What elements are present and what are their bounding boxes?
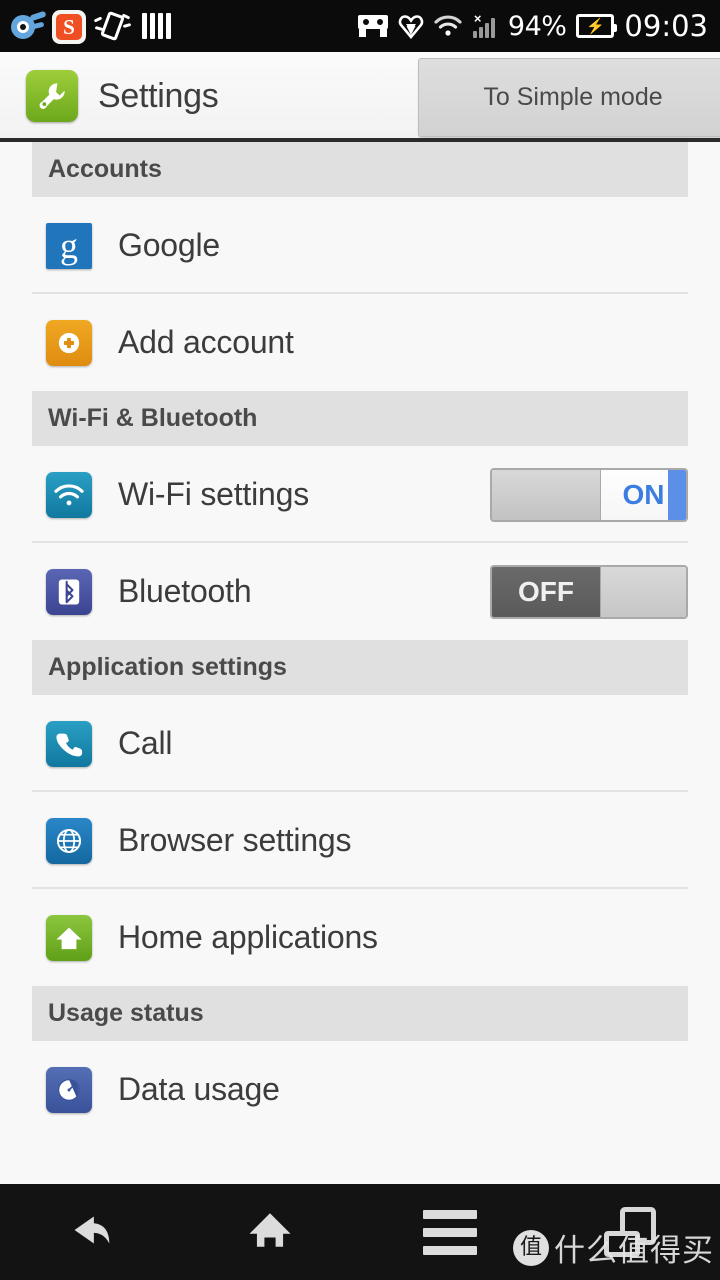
list-item-call[interactable]: Call — [0, 695, 720, 792]
back-button[interactable] — [0, 1184, 180, 1280]
back-icon — [61, 1201, 119, 1264]
recent-apps-button[interactable] — [540, 1184, 720, 1280]
wrench-icon — [26, 70, 78, 122]
list-item-label: Add account — [118, 324, 294, 360]
heart-icon — [398, 13, 424, 40]
list-item-wifi-settings[interactable]: Wi-Fi settings ON — [0, 446, 720, 543]
comet-icon — [6, 6, 47, 46]
google-glyph: g — [60, 225, 78, 266]
data-usage-icon — [46, 1066, 92, 1113]
home-icon — [242, 1202, 298, 1263]
bluetooth-toggle[interactable]: OFF — [490, 564, 688, 619]
goggles-icon — [357, 15, 388, 37]
list-item-google[interactable]: g Google — [0, 197, 720, 294]
shake-phone-icon — [92, 6, 132, 46]
section-header-application-settings: Application settings — [32, 640, 688, 695]
list-item-label: Google — [118, 227, 220, 263]
section-header-accounts: Accounts — [32, 142, 688, 197]
menu-icon — [423, 1209, 477, 1255]
section-header-wifi-bluetooth: Wi-Fi & Bluetooth — [32, 391, 688, 446]
phone-icon — [46, 720, 92, 767]
recent-apps-icon — [604, 1207, 656, 1257]
list-item-label: Call — [118, 725, 173, 761]
home-icon — [46, 914, 92, 961]
toggle-accent-bar — [668, 469, 686, 520]
cellular-signal-icon: × — [472, 11, 498, 38]
list-item-add-account[interactable]: Add account — [0, 294, 720, 391]
google-icon: g — [46, 222, 92, 269]
list-item-label: Bluetooth — [118, 573, 252, 609]
toggle-off-label: OFF — [492, 566, 600, 617]
app-header: Settings To Simple mode — [0, 52, 720, 140]
list-item-label: Browser settings — [118, 822, 352, 858]
notification-icons: S — [6, 6, 178, 46]
sogou-icon: S — [52, 9, 86, 44]
globe-icon — [46, 817, 92, 864]
wifi-icon — [434, 15, 462, 37]
to-simple-mode-button[interactable]: To Simple mode — [418, 58, 720, 137]
settings-list[interactable]: Accounts g Google Add account Wi-Fi & Bl… — [0, 142, 720, 1184]
signal-x-label: × — [473, 11, 482, 26]
toggle-off-side — [492, 469, 600, 520]
list-item-home-applications[interactable]: Home applications — [0, 889, 720, 986]
list-item-browser-settings[interactable]: Browser settings — [0, 792, 720, 889]
battery-percent: 94% — [507, 10, 567, 42]
toggle-on-side — [600, 566, 686, 617]
bars-icon — [138, 6, 178, 46]
toggle-on-side: ON — [600, 469, 686, 520]
system-status-icons: × 94% ⚡ 09:03 — [357, 9, 708, 43]
bluetooth-icon — [46, 568, 92, 615]
toggle-on-label: ON — [622, 478, 665, 510]
list-item-label: Home applications — [118, 919, 378, 955]
list-item-label: Wi-Fi settings — [118, 476, 309, 512]
status-clock: 09:03 — [624, 9, 708, 43]
list-item-bluetooth[interactable]: Bluetooth OFF — [0, 543, 720, 640]
page-title: Settings — [98, 76, 219, 115]
header-title-group: Settings — [0, 70, 219, 122]
battery-charging-icon: ⚡ — [576, 14, 618, 38]
charging-bolt-glyph: ⚡ — [586, 17, 605, 35]
wifi-toggle[interactable]: ON — [490, 467, 688, 522]
add-account-icon — [46, 319, 92, 366]
home-button[interactable] — [180, 1184, 360, 1280]
sogou-letter: S — [56, 13, 82, 40]
navigation-bar[interactable]: 值 什么值得买 — [0, 1184, 720, 1280]
list-item-label: Data usage — [118, 1071, 280, 1107]
status-bar: S × 94% ⚡ 09:03 — [0, 0, 720, 52]
menu-button[interactable] — [360, 1184, 540, 1280]
wifi-icon — [46, 471, 92, 518]
list-item-data-usage[interactable]: Data usage — [0, 1041, 720, 1138]
section-header-usage-status: Usage status — [32, 986, 688, 1041]
